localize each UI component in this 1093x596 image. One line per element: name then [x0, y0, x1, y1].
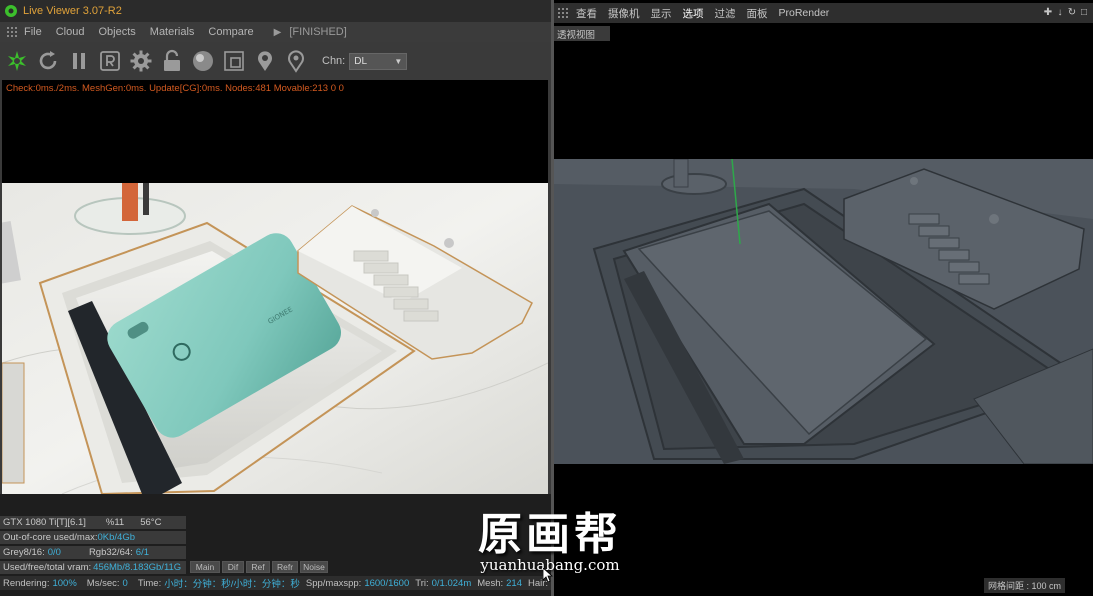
- out-of-core-value: 0Kb/4Gb: [97, 532, 136, 543]
- grey-label: Grey8/16:: [3, 547, 45, 558]
- lock-button[interactable]: [159, 48, 185, 74]
- gpu-temp: 56°C: [140, 517, 162, 528]
- gpu-usage: %11: [105, 517, 125, 528]
- render-stats: Check:0ms./2ms. MeshGen:0ms. Update[CG]:…: [6, 83, 344, 94]
- vram-value: 456Mb/8.183Gb/11G: [93, 562, 182, 573]
- tri-value: 0/1.024m: [431, 577, 472, 589]
- rendering-value: 100%: [52, 577, 77, 589]
- live-viewer-titlebar: Live Viewer 3.07-R2: [0, 0, 551, 22]
- live-viewer-toolbar: Chn: DL ▼: [0, 42, 551, 80]
- menu-materials[interactable]: Materials: [150, 26, 195, 38]
- window-title: Live Viewer 3.07-R2: [23, 5, 122, 17]
- mssec-value: 0: [122, 577, 128, 589]
- menu-compare[interactable]: Compare: [208, 26, 253, 38]
- info-panel: GTX 1080 Ti[T][6.1] %11 56°C Out-of-core…: [0, 494, 551, 596]
- menu-file[interactable]: File: [24, 26, 42, 38]
- camera-label: 透视视图: [554, 26, 610, 41]
- menu-objects[interactable]: Objects: [98, 26, 135, 38]
- live-viewer-window: Live Viewer 3.07-R2 File Cloud Objects M…: [0, 0, 551, 596]
- rotate-icon[interactable]: ↻: [1067, 7, 1077, 18]
- viewport-scene: [554, 159, 1093, 464]
- play-icon[interactable]: ▶: [274, 27, 282, 38]
- r-button[interactable]: [97, 48, 123, 74]
- pin-outline-icon: [288, 50, 304, 73]
- viewport-menubar: 查看 摄像机 显示 选项 过滤 面板 ProRender ✚ ↓ ↻ □: [554, 3, 1093, 23]
- mesh-label: Mesh:: [477, 577, 504, 589]
- grip-icon[interactable]: [6, 26, 18, 38]
- rgb-label: Rgb32/64:: [88, 547, 133, 558]
- channel-select[interactable]: DL ▼: [349, 52, 408, 70]
- gear-icon: [130, 50, 152, 72]
- render-viewport[interactable]: Check:0ms./2ms. MeshGen:0ms. Update[CG]:…: [2, 80, 548, 494]
- gpu-name: GTX 1080 Ti[T][6.1]: [3, 517, 86, 528]
- region-render-button[interactable]: [221, 48, 247, 74]
- menu-options[interactable]: 选项: [683, 6, 704, 21]
- grid-spacing-label: 网格间距 : 100 cm: [983, 578, 1065, 593]
- arrow-down-icon[interactable]: ↓: [1055, 7, 1065, 18]
- region-icon: [224, 51, 244, 71]
- pause-button[interactable]: [66, 48, 92, 74]
- vram-label: Used/free/total vram:: [3, 562, 92, 573]
- tab-dif[interactable]: Dif: [222, 561, 244, 573]
- pause-icon: [73, 53, 85, 69]
- chevron-down-icon: ▼: [394, 56, 403, 66]
- r-icon: [100, 51, 120, 71]
- time-label: Time:: [137, 577, 162, 589]
- grip-icon[interactable]: [558, 8, 568, 18]
- mssec-label: Ms/sec:: [86, 577, 120, 589]
- lock-icon: [164, 49, 180, 71]
- rgb-value: 6/1: [135, 547, 149, 558]
- rendered-scene-image: GIONEE: [2, 183, 548, 494]
- menu-cameras[interactable]: 摄像机: [608, 6, 640, 21]
- texture-row: Grey8/16: 0/0 Rgb32/64: 6/1: [0, 546, 186, 559]
- tab-main[interactable]: Main: [190, 561, 220, 573]
- mouse-cursor-icon: [543, 568, 553, 582]
- gpu-row: GTX 1080 Ti[T][6.1] %11 56°C: [0, 516, 186, 529]
- tab-ref[interactable]: Ref: [246, 561, 270, 573]
- grey-value: 0/0: [47, 547, 61, 558]
- tri-label: Tri:: [415, 577, 429, 589]
- tab-noise[interactable]: Noise: [300, 561, 328, 573]
- octane-render-button[interactable]: [4, 48, 30, 74]
- material-sphere-button[interactable]: [190, 48, 216, 74]
- sphere-icon: [193, 51, 213, 71]
- render-status: [FINISHED]: [289, 26, 347, 38]
- tab-refr[interactable]: Refr: [272, 561, 298, 573]
- move-icon[interactable]: ✚: [1043, 7, 1053, 18]
- menu-cloud[interactable]: Cloud: [56, 26, 85, 38]
- menu-view[interactable]: 查看: [576, 6, 597, 21]
- menu-filter[interactable]: 过滤: [715, 6, 736, 21]
- mesh-value: 214: [506, 577, 522, 589]
- rendering-label: Rendering:: [3, 577, 50, 589]
- restart-button[interactable]: [35, 48, 61, 74]
- out-of-core-row: Out-of-core used/max: 0Kb/4Gb: [0, 531, 186, 544]
- pin-icon: [258, 51, 272, 71]
- perspective-viewport[interactable]: 查看 摄像机 显示 选项 过滤 面板 ProRender ✚ ↓ ↻ □ 透视视…: [554, 0, 1093, 596]
- menu-prorender[interactable]: ProRender: [779, 7, 830, 19]
- pick-focus-button[interactable]: [252, 48, 278, 74]
- render-statusbar: Rendering: 100% Ms/sec: 0 Time: 小时：分钟：秒/…: [0, 576, 551, 590]
- channel-label: Chn:: [322, 55, 346, 67]
- channel-value: DL: [354, 55, 368, 67]
- out-of-core-label: Out-of-core used/max:: [3, 532, 98, 543]
- octane-logo-icon: [8, 51, 26, 71]
- viewport-controls: ✚ ↓ ↻ □: [1043, 7, 1089, 18]
- octane-logo-icon: [5, 5, 17, 17]
- pick-material-button[interactable]: [283, 48, 309, 74]
- spp-value: 1600/1600: [364, 577, 410, 589]
- settings-button[interactable]: [128, 48, 154, 74]
- live-viewer-menubar: File Cloud Objects Materials Compare ▶ […: [0, 22, 551, 42]
- time-value: 小时：分钟：秒/小时：分钟：秒: [164, 579, 300, 590]
- spp-label: Spp/maxspp:: [305, 577, 362, 589]
- vram-row: Used/free/total vram: 456Mb/8.183Gb/11G: [0, 561, 186, 574]
- menu-display[interactable]: 显示: [651, 6, 672, 21]
- menu-panel[interactable]: 面板: [747, 6, 768, 21]
- maximize-icon[interactable]: □: [1079, 7, 1089, 18]
- refresh-icon: [39, 51, 57, 70]
